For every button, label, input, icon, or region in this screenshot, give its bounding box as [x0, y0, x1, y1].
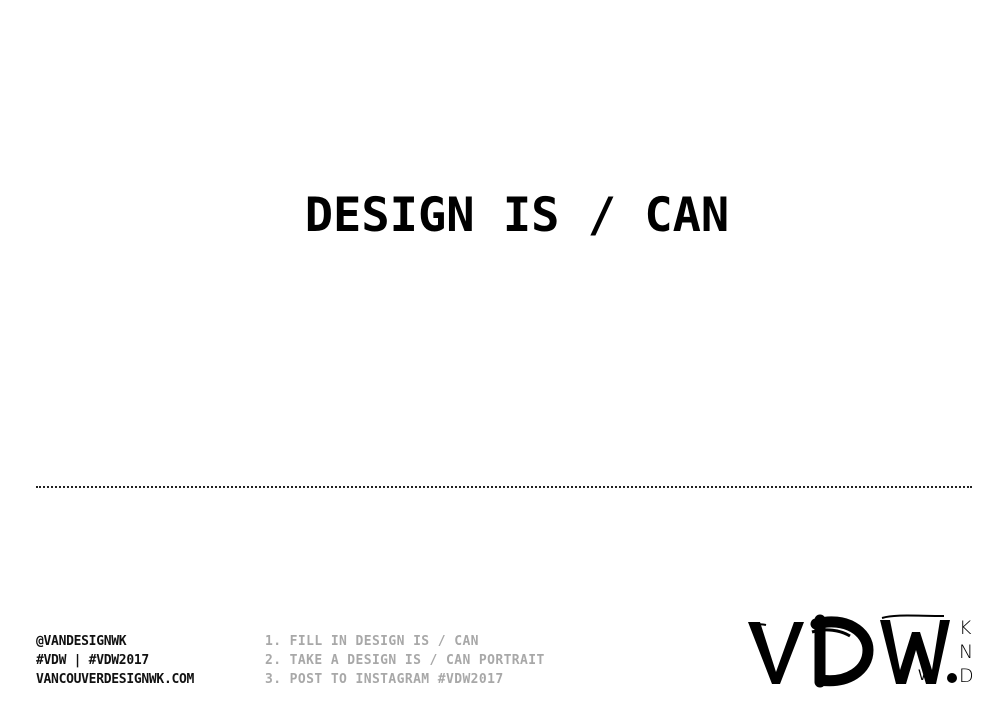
dotted-divider — [36, 486, 972, 488]
vdw-logo-icon: V K N D — [748, 614, 974, 688]
headline: DESIGN IS / CAN — [304, 188, 730, 243]
instructions-list: 1. FILL IN DESIGN IS / CAN 2. TAKE A DES… — [265, 632, 545, 689]
social-info: @VANDESIGNWK #VDW | #VDW2017 VANCOUVERDE… — [36, 632, 194, 689]
logo-letter-k: K — [959, 617, 972, 639]
instruction-step-3: 3. POST TO INSTAGRAM #VDW2017 — [265, 672, 504, 687]
logo-small-v: V — [918, 668, 927, 684]
social-hashtags: #VDW | #VDW2017 — [36, 653, 149, 668]
instruction-step-1: 1. FILL IN DESIGN IS / CAN — [265, 634, 479, 649]
logo-letter-d: D — [959, 665, 974, 687]
social-website: VANCOUVERDESIGNWK.COM — [36, 672, 195, 687]
instruction-step-2: 2. TAKE A DESIGN IS / CAN PORTRAIT — [265, 653, 545, 668]
social-handle: @VANDESIGNWK — [36, 634, 127, 649]
logo-letter-n: N — [959, 641, 973, 663]
